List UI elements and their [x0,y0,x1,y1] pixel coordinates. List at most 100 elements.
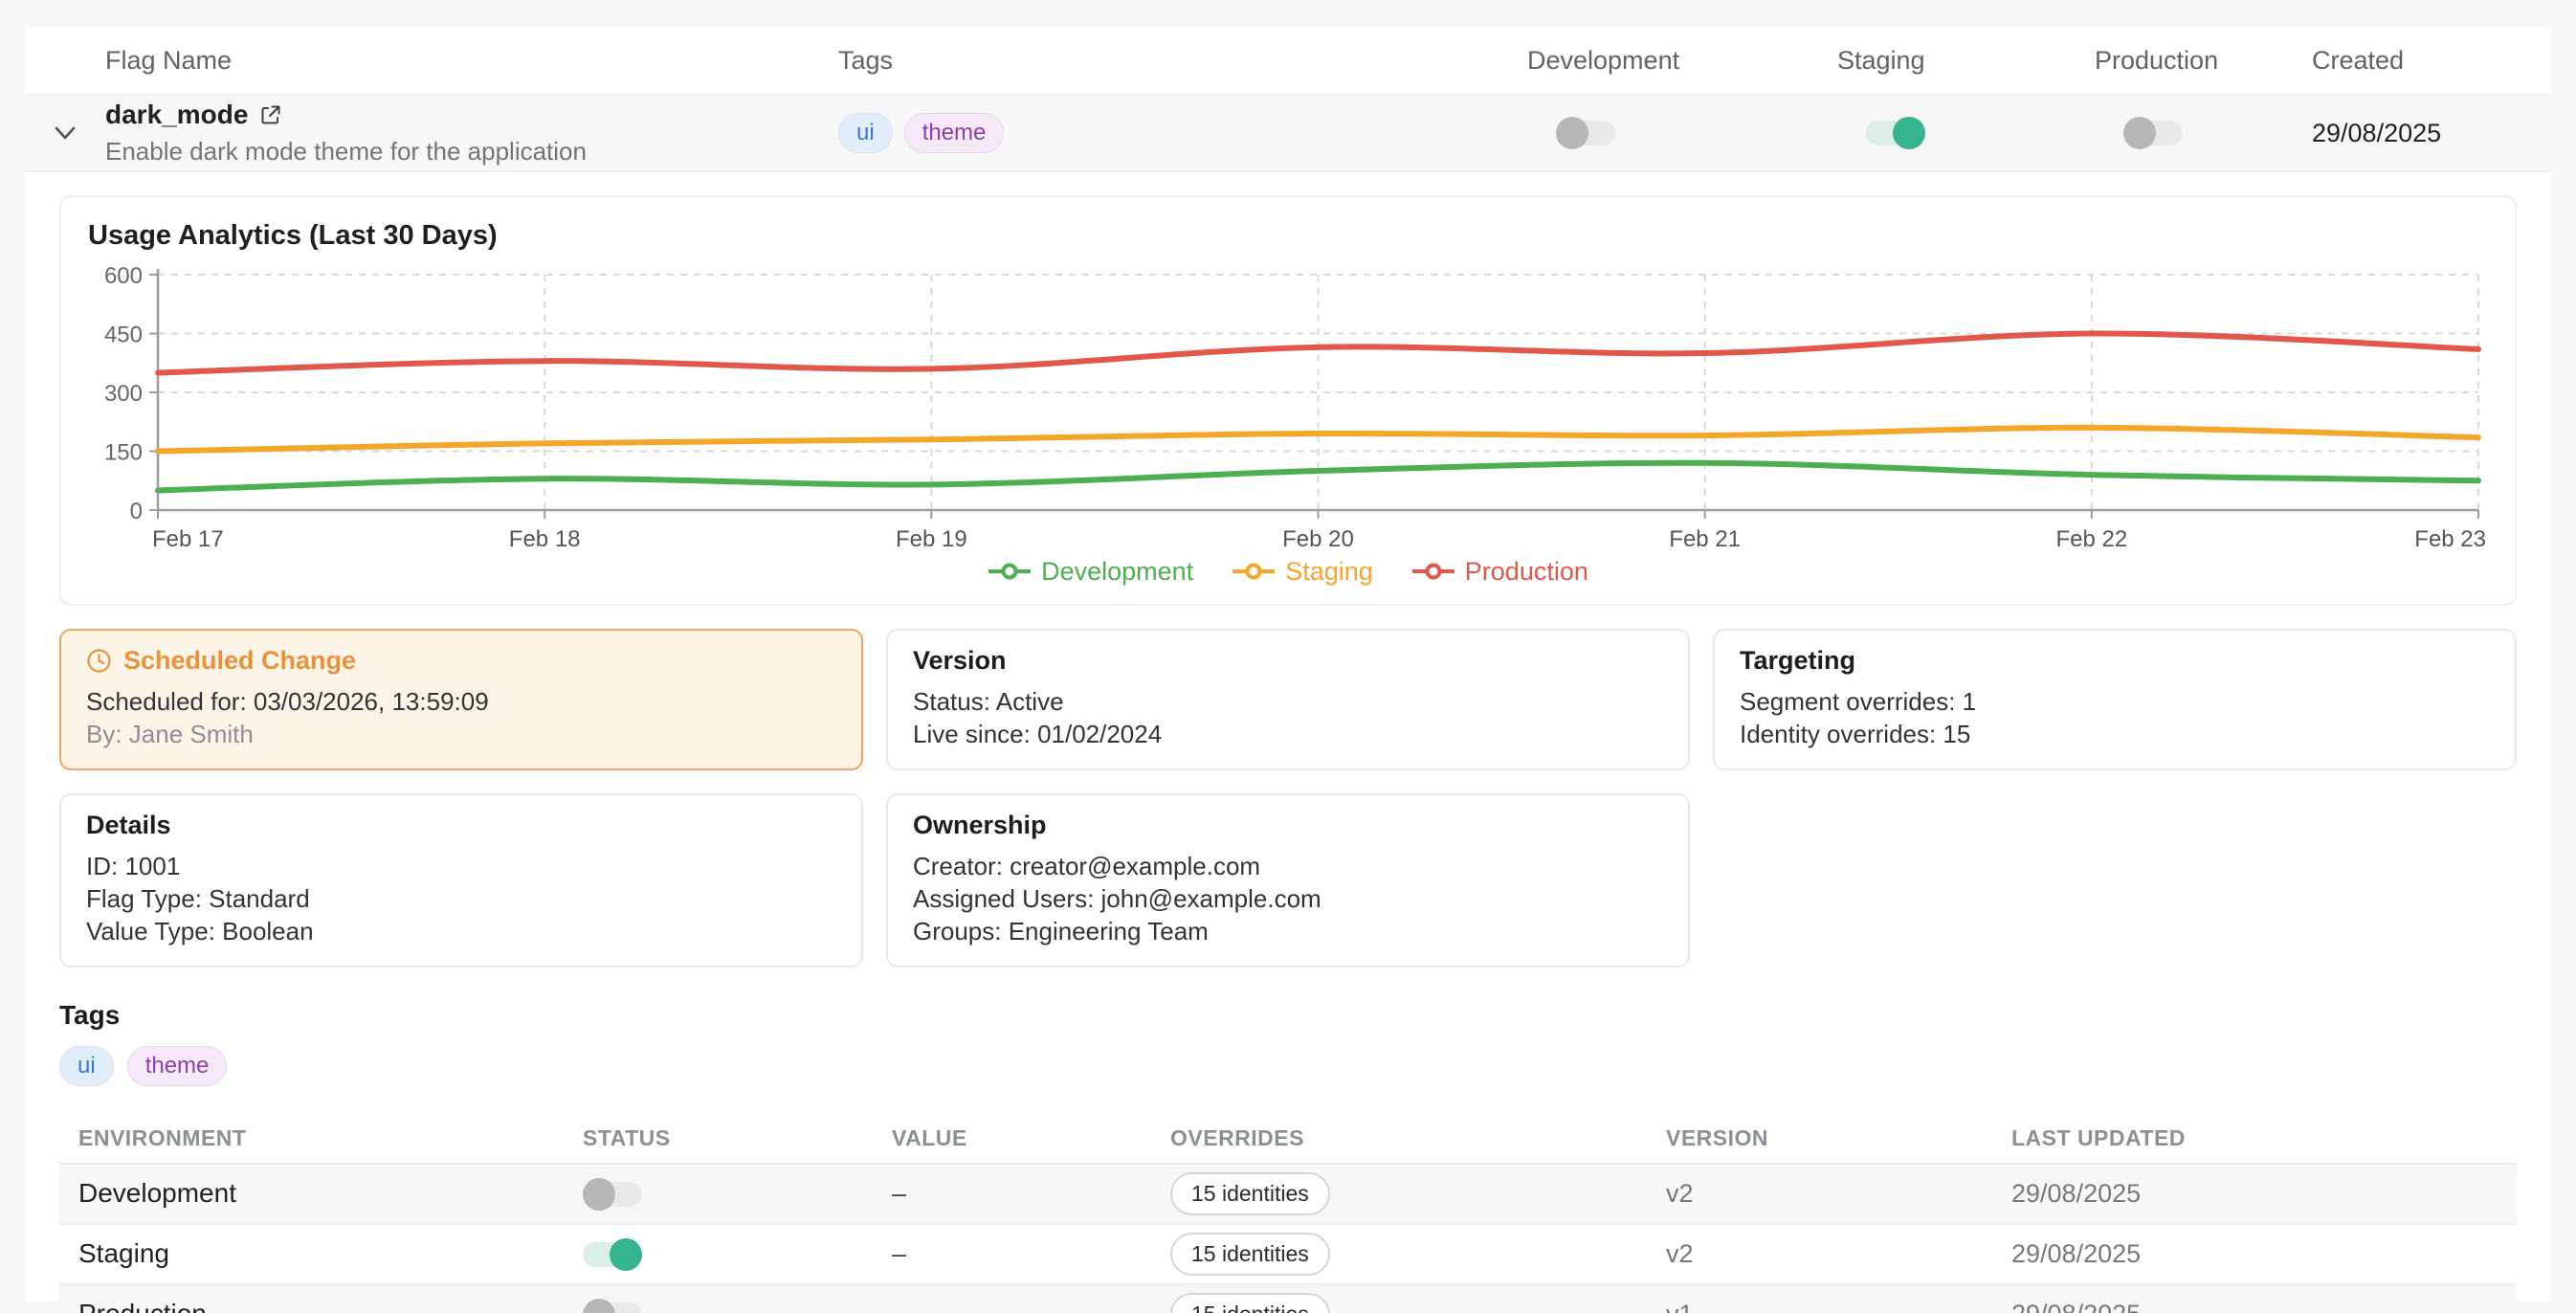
env-row-staging: Staging–15 identitiesv229/08/2025 [59,1225,2517,1285]
tag-ui[interactable]: ui [838,113,893,153]
details-title: Details [86,811,836,840]
scheduled-change-title: Scheduled Change [123,646,356,676]
col-production: Production [2095,46,2312,76]
version-card: Version Status: Active Live since: 01/02… [886,629,1690,770]
col-version: VERSION [1666,1125,2011,1151]
col-tags: Tags [838,46,1527,76]
version-status: Status: Active [913,685,1663,718]
flag-name: dark_mode [105,100,248,130]
tag-ui[interactable]: ui [59,1046,114,1086]
env-name: Production [59,1299,583,1313]
details-flag-type: Flag Type: Standard [86,882,836,915]
env-overrides-cell: 15 identities [1170,1233,1666,1276]
env-status-cell [583,1300,892,1313]
legend-label: Production [1465,557,1588,587]
info-cards-row-1: Scheduled Change Scheduled for: 03/03/20… [59,629,2517,770]
toggle-knob [1556,117,1588,149]
details-id: ID: 1001 [86,850,836,882]
identities-count-pill[interactable]: 15 identities [1170,1293,1330,1313]
tags-section: Tags uitheme [59,1000,2517,1086]
svg-text:0: 0 [130,499,143,524]
env-overrides-cell: 15 identities [1170,1293,1666,1313]
identities-count-pill[interactable]: 15 identities [1170,1233,1330,1276]
svg-text:Feb 19: Feb 19 [896,526,967,552]
tags-section-title: Tags [59,1000,2517,1031]
env-value: – [892,1239,1170,1269]
development-toggle[interactable] [1556,121,1615,145]
scheduled-for-text: Scheduled for: 03/03/2026, 13:59:09 [86,685,836,718]
env-status-toggle[interactable] [583,1182,642,1207]
col-created: Created [2312,46,2551,76]
flag-table-header: Flag Name Tags Development Staging Produ… [25,27,2551,96]
env-status-cell [583,1239,892,1269]
env-value: – [892,1179,1170,1209]
col-status: STATUS [583,1125,892,1151]
legend-item-staging[interactable]: Staging [1232,557,1373,587]
identity-overrides: Identity overrides: 15 [1740,718,2490,750]
env-version: v1 [1666,1300,2011,1313]
toggle-knob [610,1238,642,1271]
ownership-groups: Groups: Engineering Team [913,915,1663,947]
tag-theme[interactable]: theme [127,1046,228,1086]
tag-theme[interactable]: theme [904,113,1005,153]
env-last-updated: 29/08/2025 [2011,1300,2517,1313]
identities-count-pill[interactable]: 15 identities [1170,1172,1330,1215]
production-toggle[interactable] [2123,121,2183,145]
toggle-knob [1893,117,1925,149]
svg-text:Feb 20: Feb 20 [1282,526,1354,552]
svg-text:600: 600 [104,263,143,289]
col-overrides: OVERRIDES [1170,1125,1666,1151]
environments-table-header: ENVIRONMENT STATUS VALUE OVERRIDES VERSI… [59,1115,2517,1165]
info-cards-row-2: Details ID: 1001 Flag Type: Standard Val… [59,793,2517,968]
scheduled-change-card: Scheduled Change Scheduled for: 03/03/20… [59,629,863,770]
legend-label: Development [1041,557,1193,587]
col-flag-name: Flag Name [105,46,838,76]
toggle-knob [583,1178,615,1211]
segment-overrides: Segment overrides: 1 [1740,685,2490,718]
env-last-updated: 29/08/2025 [2011,1239,2517,1269]
flag-row[interactable]: dark_mode Enable dark mode theme for the… [25,96,2551,172]
flag-description: Enable dark mode theme for the applicati… [105,137,838,167]
flag-detail-sheet: Flag Name Tags Development Staging Produ… [25,27,2551,1302]
svg-text:Feb 18: Feb 18 [509,526,581,552]
flag-tags: uitheme [838,113,1527,153]
toggle-knob [583,1299,615,1313]
env-name: Staging [59,1238,583,1269]
env-status-cell [583,1179,892,1209]
toggle-knob [2123,117,2156,149]
ownership-creator: Creator: creator@example.com [913,850,1663,882]
col-last-updated: LAST UPDATED [2011,1125,2517,1151]
svg-text:300: 300 [104,381,143,407]
ownership-card: Ownership Creator: creator@example.com A… [886,793,1690,968]
scheduled-by-text: By: Jane Smith [86,718,836,750]
col-development: Development [1527,46,1837,76]
env-status-toggle[interactable] [583,1302,642,1313]
created-date: 29/08/2025 [2312,119,2551,148]
ownership-title: Ownership [913,811,1663,840]
legend-item-production[interactable]: Production [1411,557,1588,587]
collapse-chevron-icon[interactable] [54,125,77,141]
env-status-toggle[interactable] [583,1242,642,1267]
details-card: Details ID: 1001 Flag Type: Standard Val… [59,793,863,968]
svg-text:Feb 21: Feb 21 [1669,526,1741,552]
environments-table-body: Development–15 identitiesv229/08/2025Sta… [59,1165,2517,1313]
col-value: VALUE [892,1125,1170,1151]
env-name: Development [59,1178,583,1209]
env-value: – [892,1300,1170,1313]
legend-item-development[interactable]: Development [988,557,1193,587]
svg-text:Feb 22: Feb 22 [2055,526,2127,552]
env-last-updated: 29/08/2025 [2011,1179,2517,1209]
chart-title: Usage Analytics (Last 30 Days) [88,220,2488,252]
external-link-icon[interactable] [259,103,282,126]
environments-table: ENVIRONMENT STATUS VALUE OVERRIDES VERSI… [59,1115,2517,1313]
col-environment: ENVIRONMENT [59,1125,583,1151]
svg-text:150: 150 [104,440,143,466]
tags-section-list: uitheme [59,1046,2517,1086]
col-staging: Staging [1837,46,2095,76]
env-row-development: Development–15 identitiesv229/08/2025 [59,1165,2517,1225]
env-overrides-cell: 15 identities [1170,1172,1666,1215]
targeting-card: Targeting Segment overrides: 1 Identity … [1713,629,2517,770]
staging-toggle[interactable] [1866,121,1925,145]
legend-label: Staging [1285,557,1373,587]
svg-text:Feb 17: Feb 17 [152,526,224,552]
